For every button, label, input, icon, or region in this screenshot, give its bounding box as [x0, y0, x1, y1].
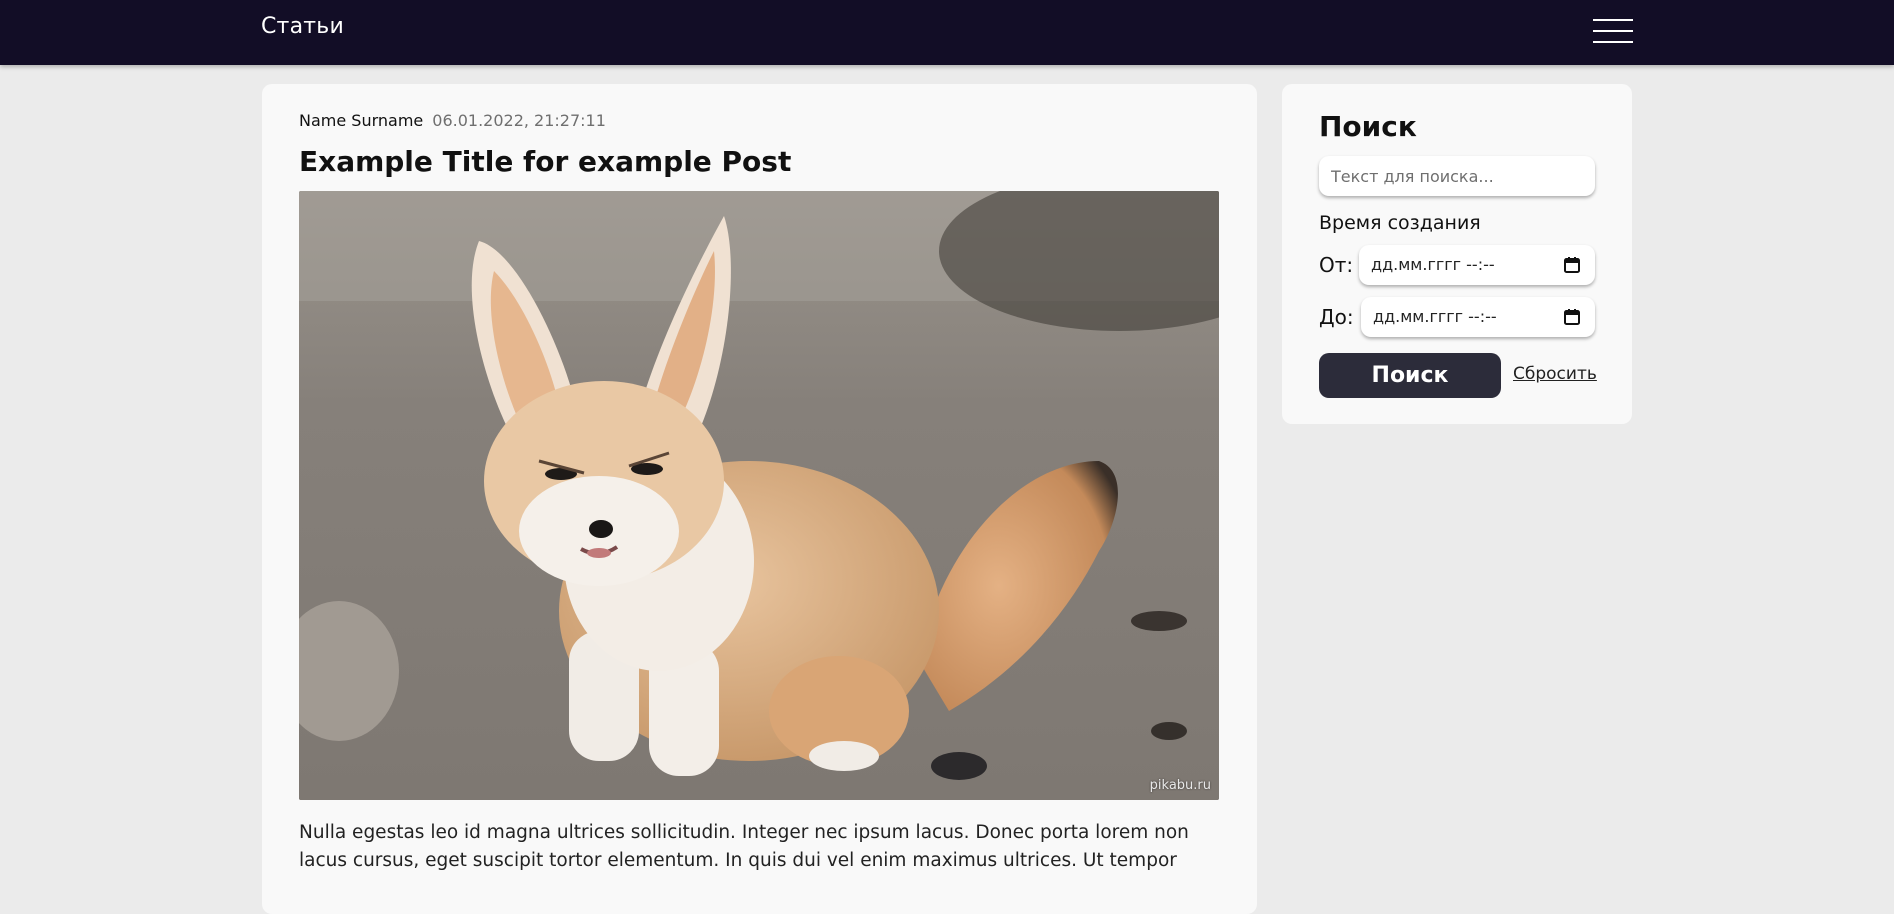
top-navbar: Статьи [0, 0, 1894, 65]
reset-link[interactable]: Сбросить [1513, 364, 1597, 384]
post-body: Nulla egestas leo id magna ultrices soll… [299, 822, 1189, 871]
fennec-fox-photo [299, 191, 1219, 800]
calendar-icon[interactable] [1563, 256, 1581, 274]
to-label: До: [1319, 305, 1354, 329]
post-card: Name Surname 06.01.2022, 21:27:11 Example… [262, 84, 1257, 914]
from-label: От: [1319, 253, 1354, 277]
search-panel-title: Поиск [1319, 110, 1417, 143]
calendar-icon[interactable] [1563, 308, 1581, 326]
menu-line [1593, 41, 1633, 43]
post-title: Example Title for example Post [299, 145, 792, 178]
creation-time-label: Время создания [1319, 212, 1481, 234]
hamburger-menu-icon[interactable] [1593, 19, 1633, 43]
search-submit-button[interactable]: Поиск [1319, 353, 1501, 398]
to-date-input[interactable]: дд.мм.гггг --:-- [1361, 297, 1595, 337]
post-meta: Name Surname 06.01.2022, 21:27:11 [299, 111, 606, 130]
from-date-placeholder: дд.мм.гггг --:-- [1371, 255, 1495, 274]
brand-title[interactable]: Статьи [261, 14, 344, 39]
post-image: pikabu.ru [299, 191, 1219, 800]
search-panel: Поиск Время создания От: дд.мм.гггг --:-… [1282, 84, 1632, 424]
search-input[interactable] [1319, 156, 1595, 196]
to-date-placeholder: дд.мм.гггг --:-- [1373, 307, 1497, 326]
menu-line [1593, 30, 1633, 32]
post-date: 06.01.2022, 21:27:11 [432, 111, 606, 130]
from-date-input[interactable]: дд.мм.гггг --:-- [1359, 245, 1595, 285]
menu-line [1593, 19, 1633, 21]
post-author: Name Surname [299, 111, 424, 130]
image-watermark: pikabu.ru [1149, 778, 1211, 793]
